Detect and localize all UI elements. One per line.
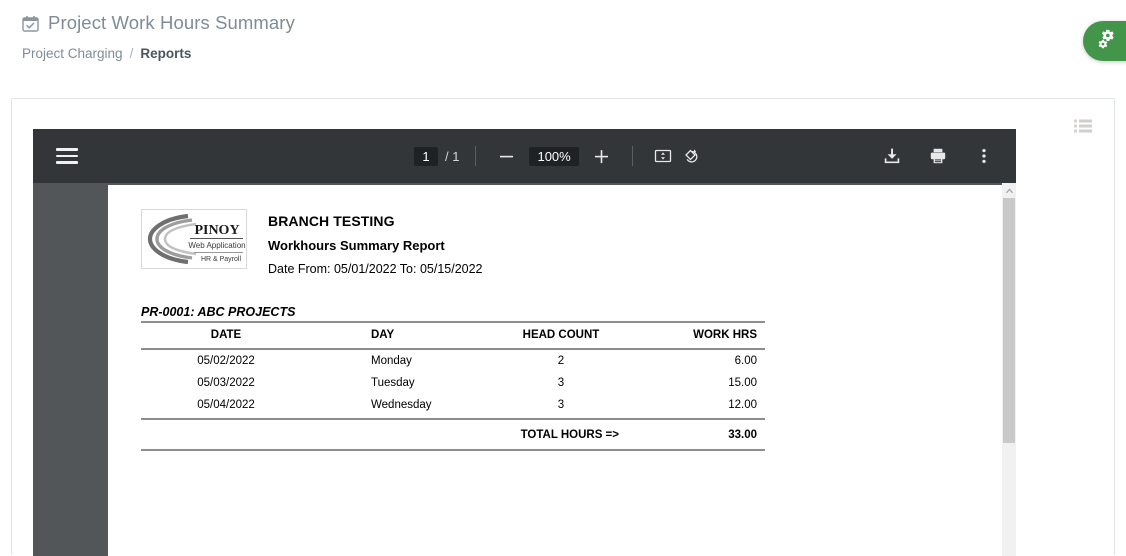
- table-row: 05/04/2022 Wednesday 3 12.00: [141, 394, 765, 419]
- pdf-toolbar: 1 / 1 100%: [33, 129, 1016, 183]
- page-count-label: / 1: [445, 149, 459, 164]
- breadcrumb-parent-link[interactable]: Project Charging: [22, 46, 123, 61]
- fit-to-page-button[interactable]: [649, 142, 677, 170]
- gears-icon: [1096, 28, 1117, 54]
- print-button[interactable]: [924, 142, 952, 170]
- cell-date: 05/03/2022: [141, 372, 311, 394]
- document-header: PINOY Web Application HR & Payroll BRANC…: [141, 209, 483, 276]
- zoom-in-button[interactable]: [588, 142, 616, 170]
- total-spacer-2: [311, 419, 481, 450]
- report-title: Workhours Summary Report: [268, 238, 483, 253]
- breadcrumb-separator: /: [130, 46, 134, 61]
- list-icon[interactable]: [1074, 119, 1092, 133]
- page-title-row: Project Work Hours Summary: [22, 12, 295, 34]
- cell-date: 05/04/2022: [141, 394, 311, 419]
- total-hours-value: 33.00: [641, 419, 765, 450]
- cell-date: 05/02/2022: [141, 349, 311, 372]
- workhours-table: DATE DAY HEAD COUNT WORK HRS 05/02/2022 …: [141, 321, 765, 451]
- report-date-range: Date From: 05/01/2022 To: 05/15/2022: [268, 262, 483, 276]
- table-header-row: DATE DAY HEAD COUNT WORK HRS: [141, 322, 765, 349]
- page-number-input[interactable]: 1: [414, 147, 438, 166]
- pdf-page: PINOY Web Application HR & Payroll BRANC…: [108, 185, 1002, 556]
- column-header-work-hrs: WORK HRS: [641, 322, 765, 349]
- pdf-toolbar-right-controls: [878, 129, 998, 183]
- cell-head-count: 2: [481, 349, 641, 372]
- total-spacer-1: [141, 419, 311, 450]
- hamburger-menu-icon[interactable]: [56, 148, 78, 164]
- toolbar-divider-2: [632, 146, 633, 166]
- organization-name: BRANCH TESTING: [268, 213, 483, 229]
- scrollbar-thumb[interactable]: [1003, 198, 1015, 443]
- company-logo: PINOY Web Application HR & Payroll: [141, 209, 247, 269]
- cell-head-count: 3: [481, 394, 641, 419]
- logo-brand-text: PINOY: [194, 223, 239, 238]
- breadcrumb-current: Reports: [140, 46, 191, 61]
- settings-fab-button[interactable]: [1083, 21, 1126, 61]
- cell-day: Monday: [311, 349, 481, 372]
- zoom-out-button[interactable]: [492, 142, 520, 170]
- cell-head-count: 3: [481, 372, 641, 394]
- cell-work-hrs: 12.00: [641, 394, 765, 419]
- breadcrumb: Project Charging / Reports: [22, 46, 191, 61]
- cell-day: Tuesday: [311, 372, 481, 394]
- pdf-viewer: 1 / 1 100%: [33, 129, 1016, 556]
- rotate-counterclockwise-button[interactable]: [677, 142, 705, 170]
- content-card: 1 / 1 100%: [11, 98, 1115, 555]
- toolbar-divider-1: [475, 146, 476, 166]
- project-label: PR-0001: ABC PROJECTS: [141, 305, 295, 319]
- table-row: 05/03/2022 Tuesday 3 15.00: [141, 372, 765, 394]
- page-header: Project Work Hours Summary Project Charg…: [0, 0, 1126, 86]
- calendar-check-icon: [22, 15, 39, 32]
- vertical-scrollbar[interactable]: [1002, 183, 1016, 556]
- pdf-toolbar-center-controls: 1 / 1 100%: [414, 129, 705, 183]
- column-header-head-count: HEAD COUNT: [481, 322, 641, 349]
- cell-day: Wednesday: [311, 394, 481, 419]
- scroll-up-arrow-icon[interactable]: [1002, 183, 1016, 198]
- zoom-level-input[interactable]: 100%: [529, 147, 578, 166]
- table-total-row: TOTAL HOURS => 33.00: [141, 419, 765, 450]
- more-options-button[interactable]: [970, 142, 998, 170]
- logo-line2-text: Web Application: [188, 241, 245, 250]
- table-row: 05/02/2022 Monday 2 6.00: [141, 349, 765, 372]
- logo-line3-text: HR & Payroll: [201, 256, 242, 263]
- cell-work-hrs: 6.00: [641, 349, 765, 372]
- total-hours-label: TOTAL HOURS =>: [481, 419, 641, 450]
- download-button[interactable]: [878, 142, 906, 170]
- document-title-block: BRANCH TESTING Workhours Summary Report …: [268, 209, 483, 276]
- cell-work-hrs: 15.00: [641, 372, 765, 394]
- column-header-date: DATE: [141, 322, 311, 349]
- page-title: Project Work Hours Summary: [48, 12, 295, 34]
- column-header-day: DAY: [311, 322, 481, 349]
